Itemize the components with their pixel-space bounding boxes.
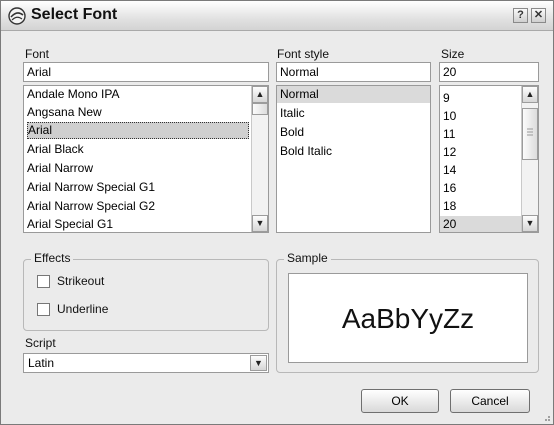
scroll-down-arrow-icon[interactable]: ▼ — [522, 215, 538, 232]
scroll-thumb[interactable] — [522, 108, 538, 160]
font-style-item[interactable]: Italic — [280, 105, 305, 122]
resize-grip-icon[interactable] — [541, 412, 551, 422]
size-list-item-selected[interactable]: 20 — [440, 216, 522, 232]
close-button[interactable]: ✕ — [531, 8, 546, 23]
size-list[interactable]: 9 10 11 12 14 16 18 20 ▲ ▼ — [439, 85, 539, 233]
help-button[interactable]: ? — [513, 8, 528, 23]
font-list-item[interactable]: Arial Narrow Special G1 — [27, 179, 155, 196]
size-label: Size — [441, 47, 465, 61]
ok-button[interactable]: OK — [361, 389, 439, 413]
font-list-item[interactable]: Angsana New — [27, 104, 102, 121]
scroll-up-arrow-icon[interactable]: ▲ — [252, 86, 268, 103]
scroll-thumb[interactable] — [252, 103, 268, 115]
size-list-item[interactable]: 11 — [443, 126, 455, 143]
effects-label: Effects — [31, 251, 74, 265]
underline-checkbox[interactable] — [37, 303, 50, 316]
font-label: Font — [25, 47, 50, 61]
font-list-scrollbar[interactable]: ▲ ▼ — [251, 86, 268, 232]
cancel-button[interactable]: Cancel — [450, 389, 530, 413]
font-style-item[interactable]: Bold — [280, 124, 304, 141]
size-input[interactable]: 20 — [439, 62, 539, 82]
font-list-item[interactable]: Andale Mono IPA — [27, 86, 120, 103]
size-list-item[interactable]: 16 — [443, 180, 456, 197]
font-list[interactable]: Andale Mono IPA Angsana New Arial Arial … — [23, 85, 269, 233]
size-list-scrollbar[interactable]: ▲ ▼ — [521, 86, 538, 232]
strikeout-label[interactable]: Strikeout — [57, 274, 104, 288]
script-label: Script — [25, 336, 56, 350]
grip-lines-icon — [527, 128, 533, 136]
font-style-list[interactable]: Normal Italic Bold Bold Italic — [276, 85, 431, 233]
font-style-label: Font style — [277, 47, 330, 61]
font-style-item-selected[interactable]: Normal — [277, 86, 430, 103]
scroll-down-arrow-icon[interactable]: ▼ — [252, 215, 268, 232]
title-bar[interactable]: Select Font ? ✕ — [1, 1, 553, 31]
effects-group — [23, 259, 269, 331]
sample-label: Sample — [284, 251, 331, 265]
font-dialog-icon — [8, 7, 26, 25]
font-list-item[interactable]: Arial Special G1 — [27, 216, 113, 232]
font-list-item[interactable]: Arial Black — [27, 141, 84, 158]
strikeout-checkbox[interactable] — [37, 275, 50, 288]
sample-preview: AaBbYyZz — [288, 273, 528, 363]
window-title: Select Font — [31, 6, 118, 23]
size-list-item[interactable]: 12 — [443, 144, 456, 161]
font-name-input[interactable]: Arial — [23, 62, 269, 82]
font-style-input[interactable]: Normal — [276, 62, 431, 82]
select-font-dialog: Select Font ? ✕ Font Arial Andale Mono I… — [0, 0, 554, 425]
font-list-item[interactable]: Arial Narrow — [27, 160, 93, 177]
size-list-item[interactable]: 18 — [443, 198, 456, 215]
size-list-item[interactable]: 10 — [443, 108, 456, 125]
font-list-item-selected[interactable]: Arial — [27, 122, 249, 139]
size-list-item[interactable]: 9 — [443, 90, 450, 107]
underline-label[interactable]: Underline — [57, 302, 108, 316]
script-value: Latin — [28, 356, 55, 370]
font-style-item[interactable]: Bold Italic — [280, 143, 332, 160]
scroll-up-arrow-icon[interactable]: ▲ — [522, 86, 538, 103]
size-list-item[interactable]: 14 — [443, 162, 456, 179]
dropdown-arrow-icon[interactable]: ▼ — [250, 355, 267, 371]
font-list-item[interactable]: Arial Narrow Special G2 — [27, 198, 155, 215]
script-select[interactable]: Latin ▼ — [23, 353, 269, 373]
